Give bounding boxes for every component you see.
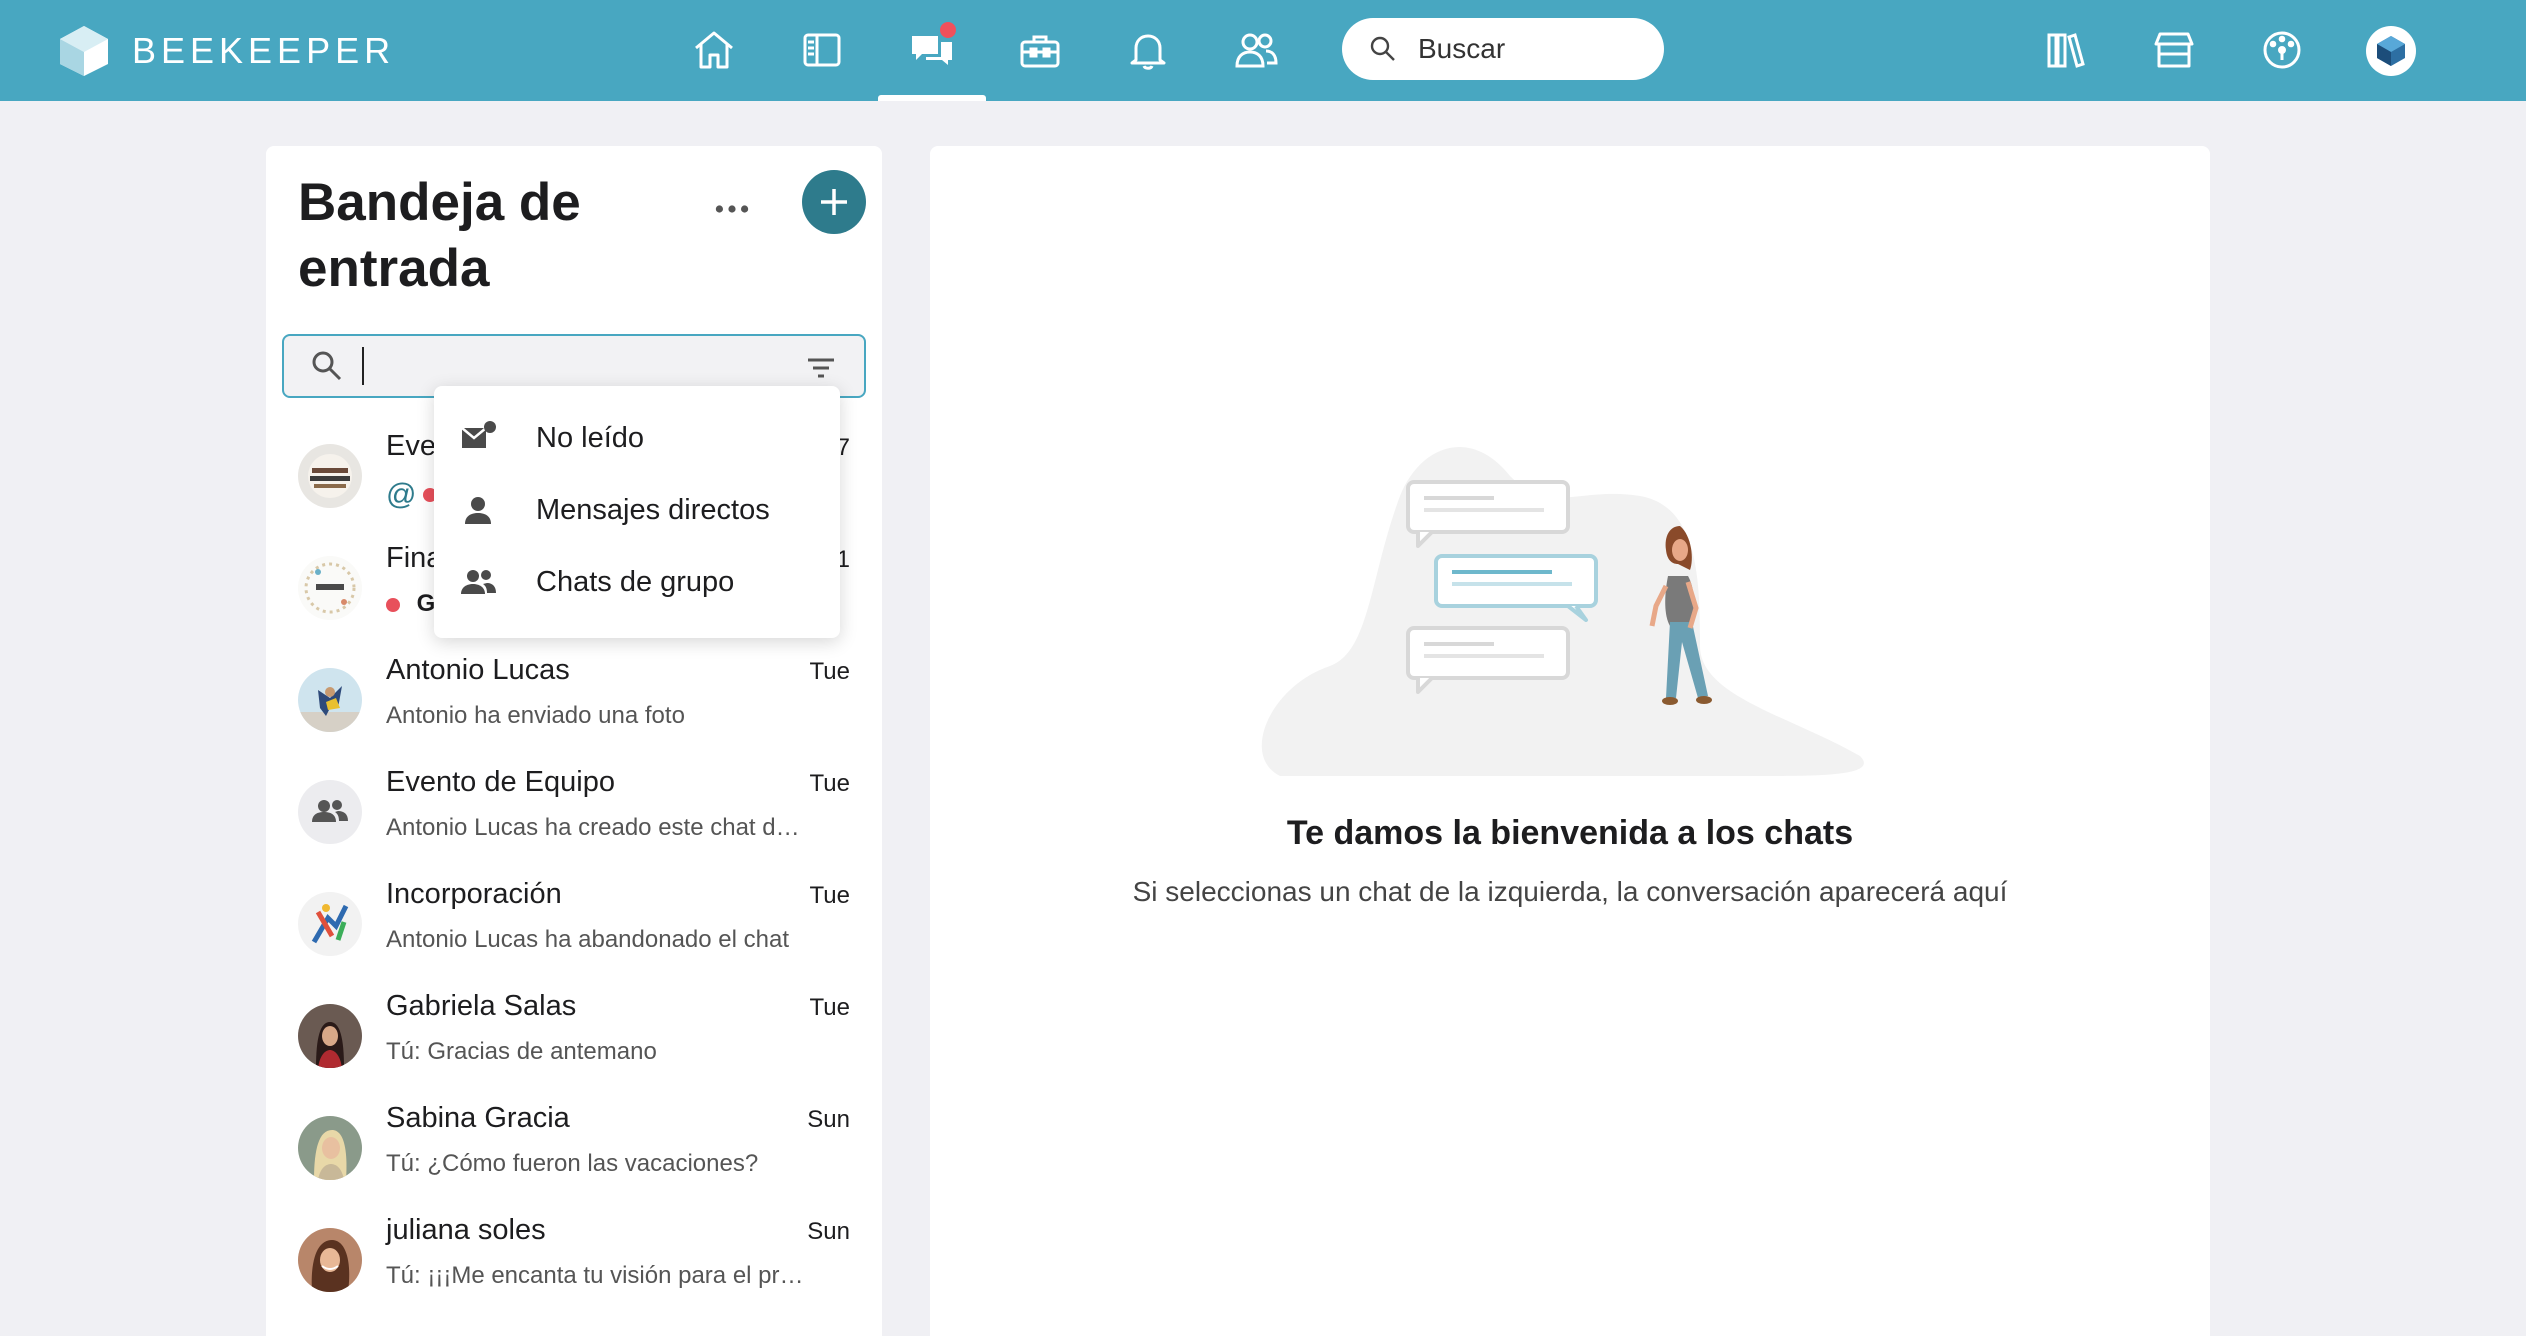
- inbox-search-input[interactable]: [368, 350, 768, 382]
- chat-preview: Antonio Lucas ha creado este chat d…: [386, 814, 800, 841]
- nav-notifications[interactable]: [1118, 20, 1178, 80]
- nav-streams[interactable]: [792, 20, 852, 80]
- chat-time: Tue: [809, 882, 850, 909]
- text-caret: [362, 347, 364, 385]
- inbox-title: Bandeja de entrada: [298, 173, 581, 298]
- toolbox-icon: [1020, 35, 1060, 68]
- person-icon: [465, 497, 491, 524]
- chat-name: Antonio Lucas: [386, 654, 570, 686]
- filter-unread-label: No leído: [536, 421, 645, 454]
- new-chat-button[interactable]: [802, 170, 866, 234]
- chat-avatar: [298, 668, 362, 732]
- home-icon: [695, 31, 733, 69]
- chat-row[interactable]: Antonio Lucas Tue Antonio ha enviado una…: [266, 640, 882, 752]
- chat-time: Tue: [809, 770, 850, 797]
- profile-hexagon-icon: [2377, 36, 2405, 66]
- more-options-button[interactable]: [702, 184, 762, 234]
- chat-row[interactable]: Sabina Gracia Sun Tú: ¿Cómo fueron las v…: [266, 1088, 882, 1200]
- chat-row[interactable]: Evento de Equipo Tue Antonio Lucas ha cr…: [266, 752, 882, 864]
- chat-preview: Antonio Lucas ha abandonado el chat: [386, 926, 789, 953]
- streams-icon: [803, 33, 841, 67]
- welcome-subtitle: Si seleccionas un chat de la izquierda, …: [1132, 876, 2008, 907]
- filter-unread[interactable]: No leído: [434, 402, 840, 474]
- chat-preview: Tú: Gracias de antemano: [386, 1038, 657, 1065]
- nav-tools[interactable]: [1010, 20, 1070, 80]
- chat-name: Sabina Gracia: [386, 1102, 570, 1134]
- dashboard-icon: [2263, 31, 2301, 69]
- filter-direct-messages[interactable]: Mensajes directos: [434, 474, 840, 546]
- chat-row[interactable]: Incorporación Tue Antonio Lucas ha aband…: [266, 864, 882, 976]
- people-icon: [1235, 33, 1278, 68]
- chat-row[interactable]: juliana soles Sun Tú: ¡¡¡Me encanta tu v…: [266, 1200, 882, 1312]
- nav-dashboard[interactable]: [2252, 20, 2312, 80]
- chat-row[interactable]: Gabriela Salas Tue Tú: Gracias de antema…: [266, 976, 882, 1088]
- library-icon: [2047, 33, 2085, 68]
- group-icon: [461, 570, 496, 594]
- welcome-illustration: [1261, 447, 1864, 776]
- mention-icon: @: [386, 478, 417, 511]
- store-icon: [2154, 32, 2194, 68]
- chat-avatar: [298, 1004, 362, 1068]
- chat-avatar: [298, 892, 362, 956]
- profile-avatar[interactable]: [2366, 26, 2416, 76]
- inbox-panel: Bandeja de entrada Eve 7 @ Fina 1 Ga Ant…: [266, 146, 882, 1336]
- global-search-input[interactable]: [1418, 33, 1638, 65]
- chat-preview: Tú: ¡¡¡Me encanta tu visión para el pr…: [386, 1262, 804, 1289]
- group-icon: [312, 800, 348, 822]
- chat-avatar: [298, 444, 362, 508]
- search-icon: [312, 351, 342, 381]
- nav-people[interactable]: [1226, 20, 1286, 80]
- chat-preview: Tú: ¿Cómo fueron las vacaciones?: [386, 1150, 759, 1177]
- filter-dropdown-menu: No leído Mensajes directos Chats de grup…: [434, 386, 840, 638]
- filter-group-chats-label: Chats de grupo: [536, 565, 735, 598]
- chat-avatar: [298, 1116, 362, 1180]
- nav-library[interactable]: [2036, 20, 2096, 80]
- chat-time: Tue: [809, 658, 850, 685]
- bell-icon: [1130, 34, 1166, 70]
- chat-name: Incorporación: [386, 878, 562, 910]
- chat-avatar: [298, 780, 362, 844]
- plus-icon: [821, 189, 847, 215]
- brand-name: BEEKEEPER: [132, 30, 396, 71]
- chat-preview: Antonio ha enviado una foto: [386, 702, 685, 729]
- filter-icon[interactable]: [804, 351, 838, 385]
- chat-notification-badge: [938, 20, 958, 40]
- nav-chats[interactable]: [902, 20, 962, 80]
- nav-store[interactable]: [2144, 20, 2204, 80]
- chat-name: Gabriela Salas: [386, 990, 577, 1022]
- global-search-field[interactable]: [1342, 18, 1664, 80]
- active-tab-indicator: [878, 95, 986, 101]
- chat-name: Evento de Equipo: [386, 766, 615, 798]
- unread-mail-icon: [461, 421, 496, 448]
- filter-group-chats[interactable]: Chats de grupo: [434, 546, 840, 618]
- top-navigation-bar: BEEKEEPER: [0, 0, 2526, 101]
- chat-name: Eve: [386, 430, 436, 462]
- filter-direct-messages-label: Mensajes directos: [536, 493, 770, 526]
- chat-time: Sun: [807, 1106, 850, 1133]
- chat-time: Sun: [807, 1218, 850, 1245]
- ellipsis-icon: [715, 205, 749, 213]
- chat-avatar: [298, 556, 362, 620]
- chat-name: juliana soles: [386, 1214, 546, 1246]
- nav-home[interactable]: [684, 20, 744, 80]
- beekeeper-hexagon-icon: [60, 26, 108, 76]
- chat-avatar: [298, 1228, 362, 1292]
- beekeeper-logo[interactable]: BEEKEEPER: [58, 24, 395, 78]
- chat-time: Tue: [809, 994, 850, 1021]
- unread-indicator: [386, 597, 400, 612]
- search-icon: [1370, 36, 1395, 61]
- chat-content-panel: Te damos la bienvenida a los chats Si se…: [930, 146, 2210, 1336]
- welcome-title: Te damos la bienvenida a los chats: [1286, 814, 1854, 852]
